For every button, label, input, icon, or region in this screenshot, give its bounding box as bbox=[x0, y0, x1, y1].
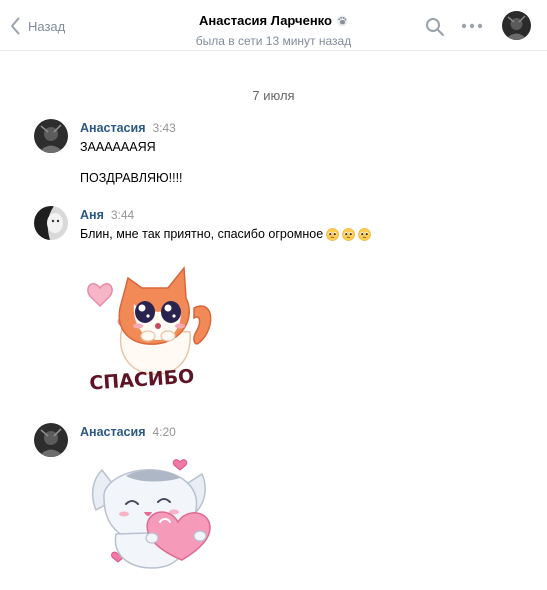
back-button[interactable]: Назад bbox=[10, 14, 65, 38]
author-name[interactable]: Анастасия bbox=[80, 121, 146, 135]
chat-title: Анастасия Ларченко bbox=[199, 13, 332, 28]
pleading-face-icon bbox=[358, 227, 372, 241]
header-avatar[interactable] bbox=[502, 11, 531, 40]
message-header: Аня 3:44 bbox=[80, 208, 134, 222]
message-time: 3:44 bbox=[110, 208, 135, 222]
date-separator: 7 июля bbox=[252, 88, 295, 103]
last-seen-status: была в сети 13 минут назад bbox=[195, 34, 352, 48]
sticker-thank-you[interactable]: СПАСИБО bbox=[82, 258, 222, 398]
sticker-caption: СПАСИБО bbox=[89, 365, 195, 394]
message-text: ЗААААААЯЯ bbox=[80, 140, 156, 154]
avatar[interactable] bbox=[34, 423, 68, 457]
author-name[interactable]: Аня bbox=[80, 208, 104, 222]
author-name[interactable]: Анастасия bbox=[80, 425, 146, 439]
message-text: Блин, мне так приятно, спасибо огромное bbox=[80, 227, 324, 241]
more-icon[interactable] bbox=[460, 16, 484, 36]
paw-icon bbox=[336, 15, 348, 26]
back-chevron-icon bbox=[11, 17, 20, 35]
pleading-face-icon bbox=[326, 227, 340, 241]
back-label: Назад bbox=[28, 18, 66, 34]
avatar[interactable] bbox=[34, 119, 68, 153]
chat-header: Назад Анастасия Ларченко была в сети 13 … bbox=[0, 0, 547, 51]
pleading-face-icon bbox=[342, 227, 356, 241]
avatar[interactable] bbox=[34, 206, 68, 240]
message-header: Анастасия 3:43 bbox=[80, 121, 176, 135]
message-time: 4:20 bbox=[152, 425, 176, 439]
message-text: ПОЗДРАВЛЯЮ!!!! bbox=[80, 171, 183, 185]
sticker-cat-heart[interactable] bbox=[82, 452, 217, 572]
search-icon[interactable] bbox=[424, 16, 446, 38]
message-text-row: Блин, мне так приятно, спасибо огромное bbox=[80, 227, 372, 241]
message-time: 3:43 bbox=[152, 121, 176, 135]
message-header: Анастасия 4:20 bbox=[80, 425, 176, 439]
